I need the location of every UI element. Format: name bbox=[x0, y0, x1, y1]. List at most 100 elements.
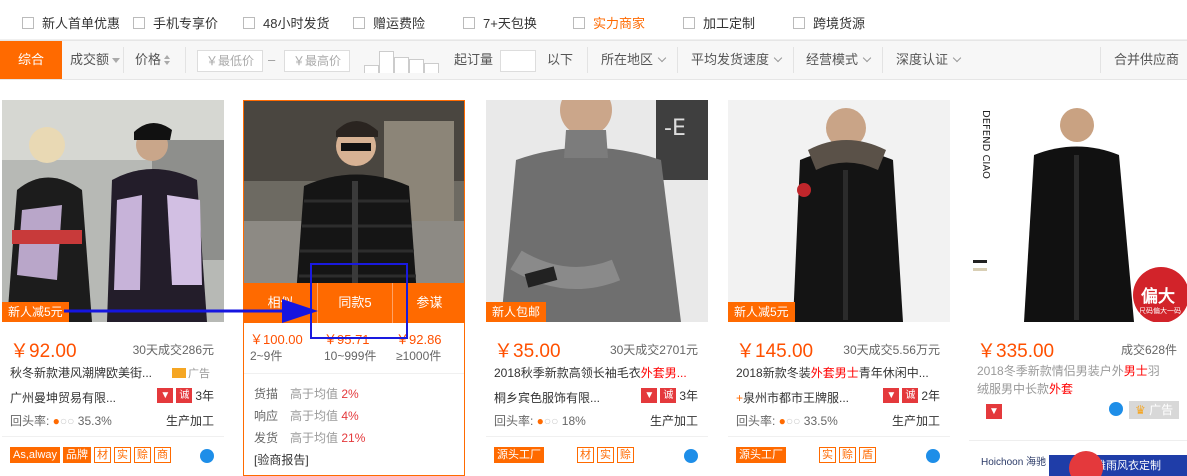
tier-price: ￥100.00 bbox=[250, 332, 303, 347]
product-title[interactable]: 2018新款冬装外套男士青年休闲中... bbox=[736, 364, 942, 381]
people-icon: ○○ bbox=[59, 414, 75, 428]
checkbox-icon[interactable] bbox=[463, 16, 475, 29]
material-icon[interactable]: 材 bbox=[577, 447, 594, 463]
sort-price-button[interactable]: 价格 bbox=[135, 41, 171, 79]
people-icon: ● bbox=[52, 414, 60, 428]
merge-suppliers-button[interactable]: 合并供应商 bbox=[1114, 41, 1179, 79]
brand-strip[interactable]: Hoichoon 海驰 雅雨风衣定制 bbox=[969, 440, 1187, 476]
checkbox-icon[interactable] bbox=[683, 16, 695, 29]
plus-icon: + bbox=[736, 391, 744, 405]
people-icon: ● bbox=[778, 414, 786, 428]
shield-icon: ▼ bbox=[641, 388, 658, 403]
product-image[interactable]: -E bbox=[486, 100, 708, 322]
material-icon[interactable]: 材 bbox=[94, 447, 112, 463]
promo-tag: 新人包邮 bbox=[486, 302, 547, 322]
chat-icon[interactable] bbox=[200, 449, 214, 463]
verified-icon[interactable]: 实 bbox=[597, 447, 614, 463]
checkbox-icon[interactable] bbox=[793, 16, 805, 29]
credit-icon[interactable]: 赊 bbox=[839, 447, 856, 463]
filter-new-user[interactable]: 新人首单优惠 bbox=[22, 13, 120, 32]
filter-custom-processing[interactable]: 加工定制 bbox=[683, 13, 755, 32]
sort-volume-button[interactable]: 成交额 bbox=[70, 41, 121, 79]
filter-7day-exchange[interactable]: 7+天包换 bbox=[463, 13, 537, 32]
supplier-name[interactable]: +泉州市都市王牌服... bbox=[736, 389, 849, 406]
product-card-ad[interactable]: DEFEND CIAO 偏大 尺码偏大一码 ￥335.00 成交628件 201… bbox=[969, 100, 1187, 476]
size-banner-sub: 尺码偏大一码 bbox=[1139, 308, 1181, 315]
deal-volume: 成交628件 bbox=[1120, 343, 1177, 357]
product-price: ￥35.00 bbox=[494, 341, 561, 362]
deal-volume: 30天成交5.56万元 bbox=[843, 343, 940, 357]
chat-icon[interactable] bbox=[684, 449, 698, 463]
price-dash: – bbox=[268, 52, 276, 67]
ad-badge: 广告 bbox=[172, 365, 210, 381]
verified-icon[interactable]: 实 bbox=[819, 447, 836, 463]
product-card[interactable]: -E 新人包邮 ￥35.00 30天成交2701元 2018秋季新款高领长袖毛衣… bbox=[486, 100, 708, 476]
product-title[interactable]: 2018冬季新款情侣男装户外男士羽 绒服男中长款外套 bbox=[977, 362, 1185, 398]
filter-freight-insurance[interactable]: 赠运费险 bbox=[353, 13, 425, 32]
people-icon: ○○ bbox=[543, 414, 559, 428]
service-row: 发货 高于均值 21% bbox=[254, 431, 366, 445]
chevron-down-icon bbox=[862, 53, 872, 63]
checkbox-icon[interactable] bbox=[133, 16, 145, 29]
min-price-input[interactable]: ￥最低价 bbox=[197, 50, 263, 72]
checkbox-icon[interactable] bbox=[22, 16, 34, 29]
supplier-name[interactable]: 桐乡宾色服饰有限... bbox=[494, 389, 600, 406]
divider bbox=[1100, 47, 1101, 73]
supplier-badges: ▼ bbox=[983, 403, 1002, 419]
inspection-report-link[interactable]: [验商报告] bbox=[254, 451, 309, 468]
verified-icon[interactable]: 实 bbox=[114, 447, 132, 463]
divider bbox=[728, 436, 950, 437]
product-image[interactable] bbox=[2, 100, 224, 322]
price-range-histogram[interactable] bbox=[364, 49, 440, 73]
credit-icon[interactable]: 赊 bbox=[134, 447, 152, 463]
moq-label: 起订量 bbox=[454, 52, 494, 67]
credit-icon[interactable]: 赊 bbox=[617, 447, 634, 463]
max-price-input[interactable]: ￥最高价 bbox=[284, 50, 350, 72]
histogram-bar bbox=[424, 63, 439, 73]
source-factory-badge[interactable]: 源头工厂 bbox=[494, 447, 544, 463]
merchant-icon[interactable]: 商 bbox=[154, 447, 172, 463]
chevron-down-icon bbox=[657, 53, 667, 63]
crown-icon bbox=[172, 368, 186, 378]
cert-dropdown[interactable]: 深度认证 bbox=[896, 41, 962, 79]
histogram-bar bbox=[409, 59, 424, 73]
region-dropdown[interactable]: 所在地区 bbox=[601, 41, 667, 79]
promo-tag: 新人减5元 bbox=[728, 302, 795, 322]
arrow-icon bbox=[64, 299, 318, 323]
service-row: 响应 高于均值 4% bbox=[254, 409, 359, 423]
chat-icon[interactable] bbox=[1109, 402, 1123, 416]
divider bbox=[123, 47, 124, 73]
highlight-box bbox=[310, 263, 408, 339]
brand-label[interactable]: As,alway bbox=[10, 447, 61, 463]
moq-input[interactable] bbox=[500, 50, 536, 72]
filter-strong-merchant[interactable]: 实力商家 bbox=[573, 13, 645, 32]
product-image[interactable]: DEFEND CIAO 偏大 尺码偏大一码 bbox=[969, 100, 1187, 322]
checkbox-icon[interactable] bbox=[573, 16, 585, 29]
filter-mobile-price[interactable]: 手机专享价 bbox=[133, 13, 218, 32]
chat-icon[interactable] bbox=[926, 449, 940, 463]
cert-icon: 诚 bbox=[176, 388, 193, 403]
ship-speed-dropdown[interactable]: 平均发货速度 bbox=[691, 41, 783, 79]
cert-icon: 诚 bbox=[660, 388, 677, 403]
product-card[interactable]: 新人减5元 ￥145.00 30天成交5.56万元 2018新款冬装外套男士青年… bbox=[728, 100, 950, 476]
brand-icon[interactable]: 品牌 bbox=[63, 447, 92, 463]
filter-48h-ship[interactable]: 48小时发货 bbox=[243, 13, 329, 32]
supplier-name[interactable]: 广州曼坤贸易有限... bbox=[10, 389, 116, 406]
cert-icon: 诚 bbox=[902, 388, 919, 403]
checkbox-icon[interactable] bbox=[243, 16, 255, 29]
filter-bar: 新人首单优惠 手机专享价 48小时发货 赠运费险 7+天包换 实力商家 加工定制… bbox=[0, 0, 1187, 40]
people-icon: ○○ bbox=[785, 414, 801, 428]
chevron-down-icon bbox=[773, 53, 783, 63]
service-icons: 源头工厂 材 实 赊 bbox=[494, 447, 637, 463]
product-image[interactable] bbox=[728, 100, 950, 322]
biz-mode-dropdown[interactable]: 经营模式 bbox=[806, 41, 872, 79]
source-factory-badge[interactable]: 源头工厂 bbox=[736, 447, 786, 463]
sort-composite-button[interactable]: 综合 bbox=[0, 41, 62, 79]
product-title[interactable]: 2018秋季新款高领长袖毛衣外套男... bbox=[494, 364, 700, 381]
product-card[interactable]: 新人减5元 ￥92.00 30天成交286元 秋冬新款港风潮牌欧美街... 广告… bbox=[2, 100, 224, 476]
checkbox-icon[interactable] bbox=[353, 16, 365, 29]
filter-cross-border[interactable]: 跨境货源 bbox=[793, 13, 865, 32]
repurchase-rate: 回头率: ●○○ 33.5% bbox=[736, 414, 838, 428]
shield-outline-icon[interactable]: 盾 bbox=[859, 447, 876, 463]
promo-tag: 新人减5元 bbox=[2, 302, 69, 322]
